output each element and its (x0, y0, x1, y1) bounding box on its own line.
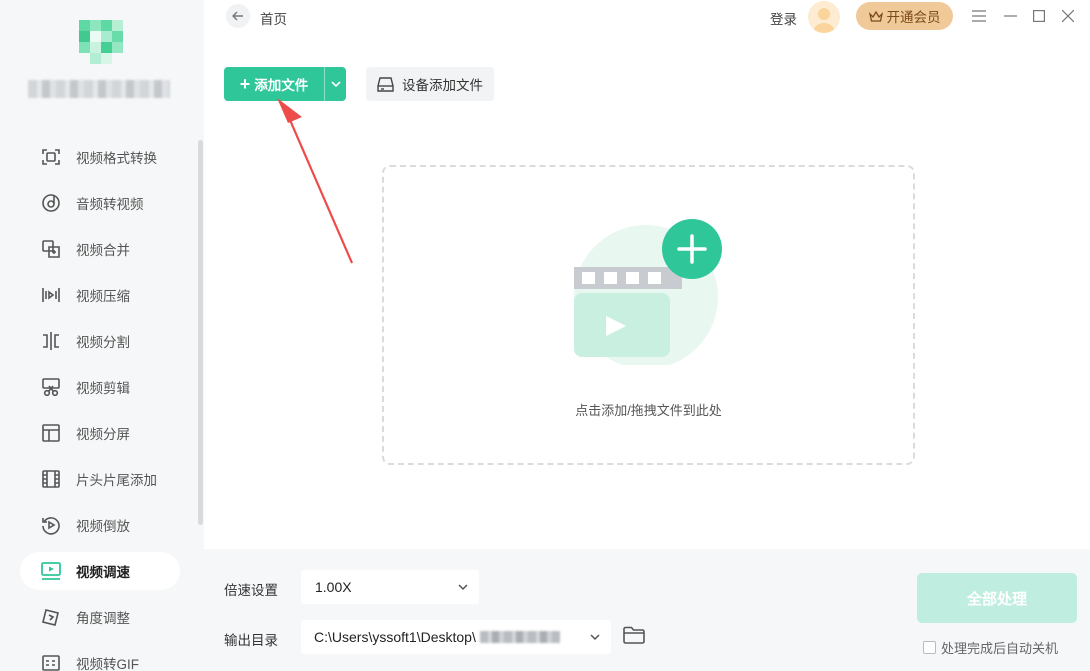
split-icon (40, 330, 62, 352)
audio-to-video-icon (40, 192, 62, 214)
sidebar-item-gif[interactable]: 视频转GIF (20, 644, 180, 671)
vip-label: 开通会员 (886, 10, 941, 25)
reverse-icon (40, 514, 62, 536)
sidebar-item-edit[interactable]: 视频剪辑 (20, 368, 180, 406)
sidebar-item-label: 视频格式转换 (76, 151, 157, 166)
brand-name-blurred (28, 80, 170, 98)
sidebar-item-label: 视频合并 (76, 243, 130, 258)
plus-icon: + (239, 74, 251, 94)
format-convert-icon (40, 146, 62, 168)
device-add-file-button[interactable]: 设备添加文件 (366, 67, 494, 101)
sidebar-item-rotate[interactable]: 角度调整 (20, 598, 180, 636)
minimize-icon (1003, 15, 1017, 17)
output-path: C:\Users\yssoft1\Desktop\ (314, 629, 476, 645)
chevron-down-icon (590, 634, 600, 641)
maximize-button[interactable] (1029, 6, 1049, 26)
sidebar-nav: 视频格式转换 音频转视频 视频合并 视频压缩 视频分割 视频剪辑 视频分屏 片头… (20, 138, 180, 671)
sidebar-item-format-convert[interactable]: 视频格式转换 (20, 138, 180, 176)
vip-button[interactable]: 开通会员 (856, 2, 953, 30)
process-all-button[interactable]: 全部处理 (917, 573, 1077, 623)
sidebar-item-split[interactable]: 视频分割 (20, 322, 180, 360)
sidebar-item-compress[interactable]: 视频压缩 (20, 276, 180, 314)
sidebar-item-intro-outro[interactable]: 片头片尾添加 (20, 460, 180, 498)
user-avatar-icon (813, 8, 835, 33)
minimize-button[interactable] (1000, 6, 1020, 26)
avatar[interactable] (808, 1, 840, 33)
sidebar-item-label: 视频转GIF (76, 657, 139, 671)
sidebar-item-label: 角度调整 (76, 611, 130, 626)
speed-select[interactable]: 1.00X (301, 570, 479, 604)
split-screen-icon (40, 422, 62, 444)
hard-drive-icon (377, 76, 394, 92)
back-button[interactable] (226, 4, 250, 28)
sidebar: 视频格式转换 音频转视频 视频合并 视频压缩 视频分割 视频剪辑 视频分屏 片头… (0, 0, 204, 671)
annotation-arrow (277, 98, 354, 264)
chevron-down-icon (458, 584, 468, 591)
auto-shutdown-checkbox[interactable] (923, 641, 936, 654)
sidebar-item-label: 视频分屏 (76, 427, 130, 442)
output-dir-select[interactable]: C:\Users\yssoft1\Desktop\ (301, 620, 611, 654)
sidebar-item-audio-to-video[interactable]: 音频转视频 (20, 184, 180, 222)
open-folder-button[interactable] (623, 626, 647, 648)
chevron-down-icon (330, 81, 341, 87)
hamburger-icon (972, 10, 986, 22)
sidebar-item-split-screen[interactable]: 视频分屏 (20, 414, 180, 452)
maximize-icon (1033, 10, 1045, 22)
gif-icon (40, 652, 62, 671)
sidebar-item-label: 视频压缩 (76, 289, 130, 304)
breadcrumb[interactable]: 首页 (260, 8, 287, 28)
app-logo (79, 20, 125, 66)
scissors-icon (40, 376, 62, 398)
sidebar-item-merge[interactable]: 视频合并 (20, 230, 180, 268)
device-add-label: 设备添加文件 (402, 78, 483, 93)
sidebar-item-reverse[interactable]: 视频倒放 (20, 506, 180, 544)
close-icon (1062, 10, 1074, 22)
compress-icon (40, 284, 62, 306)
rotate-icon (40, 606, 62, 628)
auto-shutdown-label: 处理完成后自动关机 (941, 641, 1059, 656)
speed-label: 倍速设置 (224, 583, 278, 598)
file-drop-zone[interactable]: 点击添加/拖拽文件到此处 (382, 165, 915, 465)
sidebar-item-label: 音频转视频 (76, 197, 144, 212)
sidebar-item-label: 视频剪辑 (76, 381, 130, 396)
sidebar-item-label: 片头片尾添加 (76, 473, 157, 488)
drop-hint: 点击添加/拖拽文件到此处 (575, 403, 722, 418)
folder-icon (623, 626, 645, 644)
output-dir-label: 输出目录 (224, 633, 278, 648)
speed-monitor-icon (40, 560, 62, 582)
login-link[interactable]: 登录 (770, 8, 797, 28)
menu-button[interactable] (969, 6, 989, 26)
sidebar-item-label: 视频调速 (76, 565, 130, 580)
merge-icon (40, 238, 62, 260)
sidebar-item-label: 视频分割 (76, 335, 130, 350)
sidebar-scrollbar[interactable] (198, 140, 203, 525)
close-button[interactable] (1058, 6, 1078, 26)
output-path-blurred (479, 631, 560, 643)
add-file-label: 添加文件 (254, 78, 309, 93)
video-upload-illustration (574, 219, 722, 365)
speed-value: 1.00X (315, 579, 352, 595)
film-strip-icon (40, 468, 62, 490)
crown-icon (868, 10, 883, 22)
sidebar-item-speed[interactable]: 视频调速 (20, 552, 180, 590)
arrow-left-icon (232, 11, 243, 21)
auto-shutdown-option[interactable]: 处理完成后自动关机 (923, 638, 1058, 657)
sidebar-item-label: 视频倒放 (76, 519, 130, 534)
